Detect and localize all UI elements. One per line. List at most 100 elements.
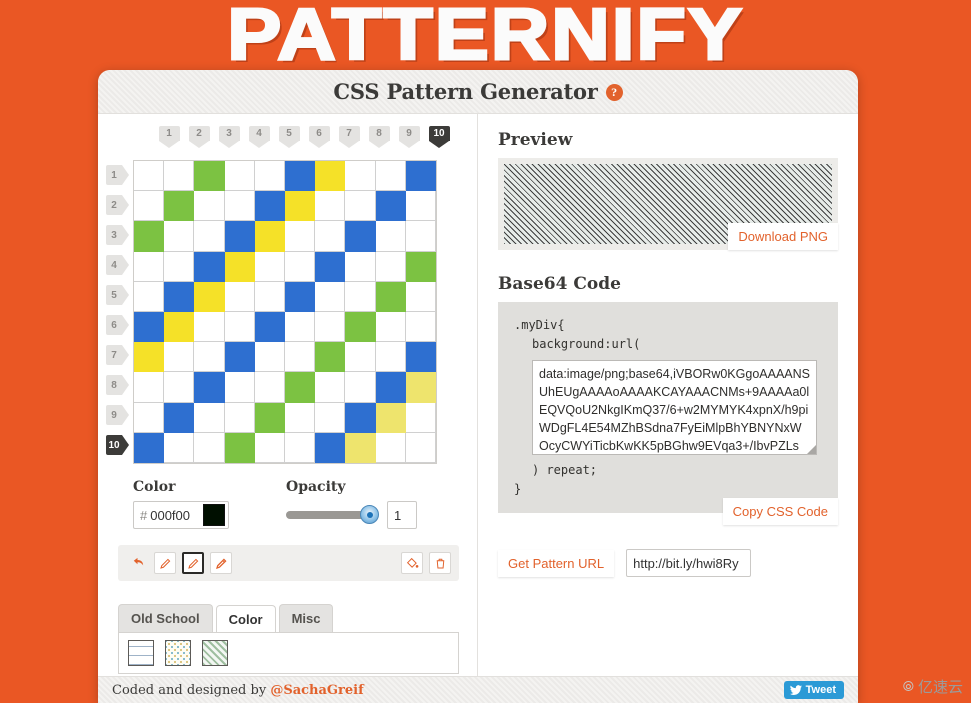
color-swatch[interactable] [203,504,225,526]
grid-row-header-10[interactable]: 10 [106,430,129,460]
grid-cell-10-4[interactable] [224,432,255,463]
grid-cell-3-9[interactable] [375,221,406,252]
grid-cell-1-3[interactable] [194,161,225,192]
grid-cell-10-1[interactable] [134,432,165,463]
grid-cell-5-3[interactable] [194,281,225,312]
grid-cell-7-7[interactable] [315,342,346,373]
tweet-button[interactable]: Tweet [783,681,844,699]
opacity-value-input[interactable]: 1 [387,501,417,529]
grid-cell-10-9[interactable] [375,432,406,463]
grid-cell-5-10[interactable] [405,281,436,312]
grid-cell-1-10[interactable] [405,161,436,192]
grid-cell-8-4[interactable] [224,372,255,403]
grid-cell-10-2[interactable] [164,432,195,463]
grid-cell-3-3[interactable] [194,221,225,252]
grid-cell-10-7[interactable] [315,432,346,463]
grid-cell-1-1[interactable] [134,161,165,192]
grid-row-header-9[interactable]: 9 [106,400,129,430]
pencil-small-button[interactable] [154,552,176,574]
grid-cell-10-5[interactable] [254,432,285,463]
grid-cell-7-10[interactable] [405,342,436,373]
grid-cell-6-2[interactable] [164,312,195,343]
grid-cell-1-9[interactable] [375,161,406,192]
copy-css-button[interactable]: Copy CSS Code [722,498,838,525]
grid-column-header-3[interactable]: 3 [214,126,244,148]
tab-misc[interactable]: Misc [278,604,334,632]
grid-cell-4-7[interactable] [315,251,346,282]
grid-cell-3-5[interactable] [254,221,285,252]
pattern-grid[interactable] [133,160,437,464]
grid-cell-4-8[interactable] [345,251,376,282]
get-pattern-url-button[interactable]: Get Pattern URL [498,549,615,577]
grid-column-header-2[interactable]: 2 [184,126,214,148]
grid-row-header-2[interactable]: 2 [106,190,129,220]
grid-cell-6-10[interactable] [405,312,436,343]
grid-cell-3-8[interactable] [345,221,376,252]
grid-cell-8-7[interactable] [315,372,346,403]
grid-cell-4-10[interactable] [405,251,436,282]
grid-cell-2-8[interactable] [345,191,376,222]
pencil-medium-button[interactable] [182,552,204,574]
grid-cell-9-5[interactable] [254,402,285,433]
grid-row-header-1[interactable]: 1 [106,160,129,190]
grid-cell-8-10[interactable] [405,372,436,403]
grid-cell-5-4[interactable] [224,281,255,312]
grid-cell-10-8[interactable] [345,432,376,463]
help-icon[interactable]: ? [605,84,623,101]
grid-row-header-6[interactable]: 6 [106,310,129,340]
grid-cell-6-6[interactable] [285,312,316,343]
grid-cell-5-9[interactable] [375,281,406,312]
grid-cell-1-6[interactable] [285,161,316,192]
grid-cell-10-3[interactable] [194,432,225,463]
grid-cell-3-4[interactable] [224,221,255,252]
undo-button[interactable] [126,552,148,574]
grid-cell-6-4[interactable] [224,312,255,343]
grid-cell-9-1[interactable] [134,402,165,433]
base64-textarea[interactable]: data:image/png;base64,iVBORw0KGgoAAAANSU… [532,360,817,455]
grid-cell-7-6[interactable] [285,342,316,373]
grid-cell-10-6[interactable] [285,432,316,463]
grid-cell-5-5[interactable] [254,281,285,312]
grid-cell-10-10[interactable] [405,432,436,463]
grid-cell-6-5[interactable] [254,312,285,343]
grid-cell-7-1[interactable] [134,342,165,373]
grid-column-header-4[interactable]: 4 [244,126,274,148]
grid-column-header-10[interactable]: 10 [424,126,454,148]
grid-cell-6-8[interactable] [345,312,376,343]
grid-row-header-5[interactable]: 5 [106,280,129,310]
grid-cell-8-2[interactable] [164,372,195,403]
grid-cell-9-10[interactable] [405,402,436,433]
grid-cell-4-6[interactable] [285,251,316,282]
grid-cell-7-4[interactable] [224,342,255,373]
grid-cell-9-8[interactable] [345,402,376,433]
grid-cell-7-9[interactable] [375,342,406,373]
grid-column-header-1[interactable]: 1 [154,126,184,148]
grid-column-header-7[interactable]: 7 [334,126,364,148]
grid-column-header-6[interactable]: 6 [304,126,334,148]
grid-cell-2-10[interactable] [405,191,436,222]
grid-cell-4-2[interactable] [164,251,195,282]
grid-cell-7-8[interactable] [345,342,376,373]
grid-cell-3-1[interactable] [134,221,165,252]
grid-cell-8-8[interactable] [345,372,376,403]
grid-row-header-7[interactable]: 7 [106,340,129,370]
grid-cell-2-9[interactable] [375,191,406,222]
grid-cell-5-2[interactable] [164,281,195,312]
grid-cell-4-5[interactable] [254,251,285,282]
grid-cell-2-4[interactable] [224,191,255,222]
tab-color[interactable]: Color [215,605,276,633]
grid-cell-7-5[interactable] [254,342,285,373]
grid-cell-9-2[interactable] [164,402,195,433]
download-png-button[interactable]: Download PNG [728,223,838,250]
grid-cell-9-6[interactable] [285,402,316,433]
grid-cell-8-5[interactable] [254,372,285,403]
color-input-wrap[interactable]: # 000f00 [133,501,229,529]
grid-cell-6-1[interactable] [134,312,165,343]
grid-column-header-8[interactable]: 8 [364,126,394,148]
grid-cell-5-8[interactable] [345,281,376,312]
trash-button[interactable] [429,552,451,574]
grid-cell-9-4[interactable] [224,402,255,433]
grid-cell-2-3[interactable] [194,191,225,222]
grid-cell-4-9[interactable] [375,251,406,282]
grid-pattern-swatch[interactable] [128,640,154,666]
